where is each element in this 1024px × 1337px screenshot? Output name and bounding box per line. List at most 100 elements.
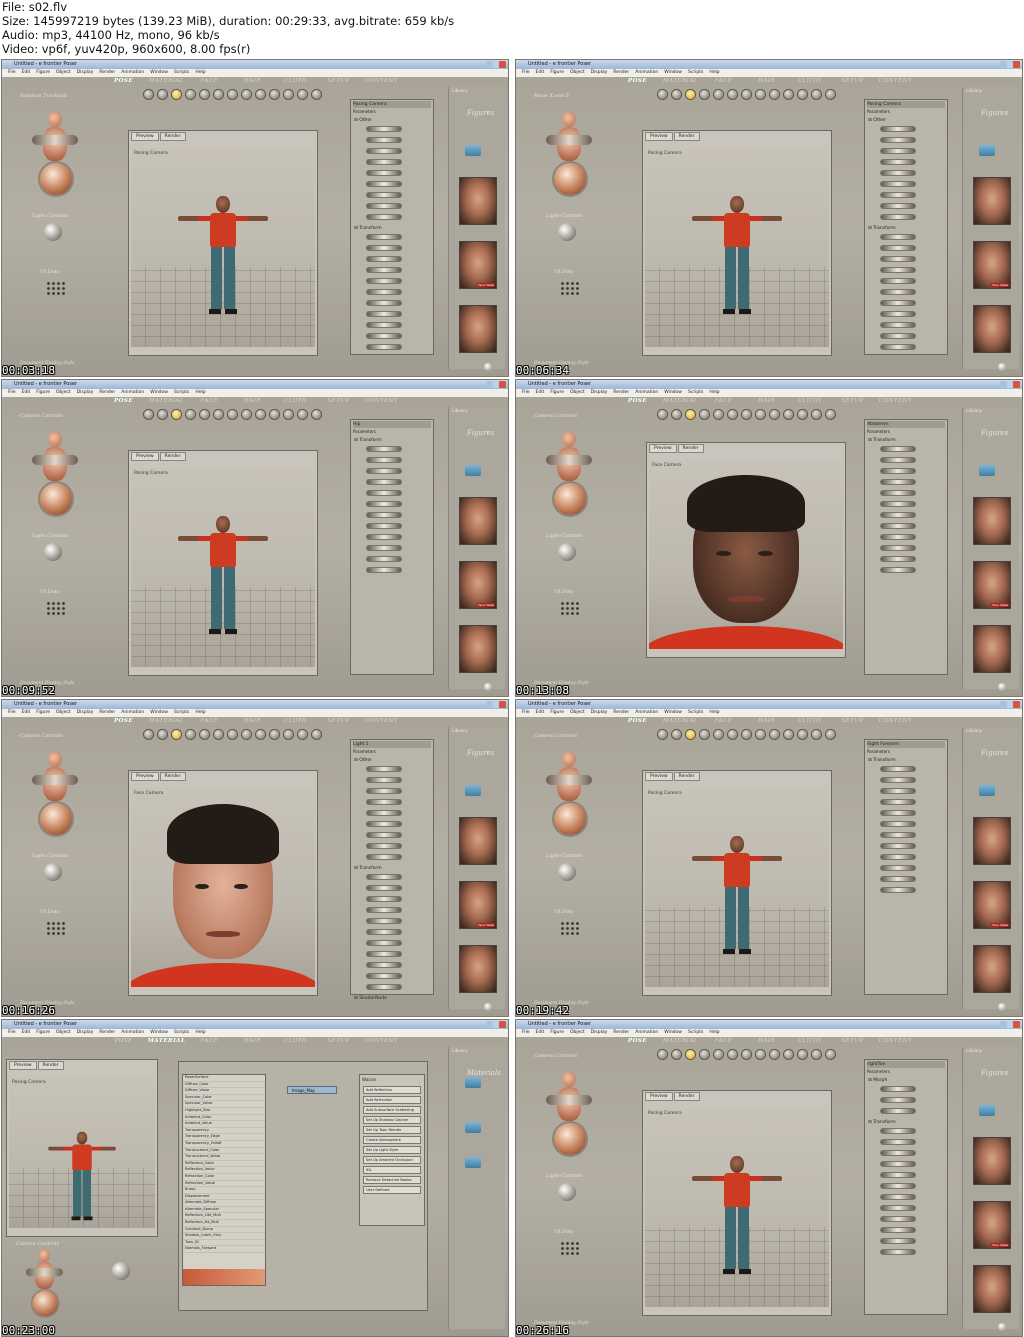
editing-tool-button[interactable] — [672, 410, 681, 419]
parameter-dial[interactable] — [881, 447, 915, 451]
editing-tool-button[interactable] — [812, 730, 821, 739]
folder-icon[interactable] — [979, 145, 995, 156]
shader-param-row[interactable]: Toon_ID — [183, 1240, 265, 1247]
parameter-dial[interactable] — [881, 1109, 915, 1113]
menu-item-file[interactable]: File — [8, 70, 16, 75]
tab-render[interactable]: Render — [673, 772, 700, 781]
figure-thumbnail[interactable] — [973, 305, 1011, 353]
room-tab-cloth[interactable]: CLOTH — [274, 717, 317, 726]
editing-tool-button[interactable] — [686, 410, 695, 419]
parameter-dial[interactable] — [367, 875, 401, 879]
menu-item-edit[interactable]: Edit — [22, 390, 31, 395]
parameter-dial[interactable] — [367, 930, 401, 934]
wacro-button[interactable]: Set Up Ambient Occlusion — [363, 1156, 421, 1164]
parameter-dial[interactable] — [367, 778, 401, 782]
editing-tool-button[interactable] — [270, 90, 279, 99]
menu-item-scripts[interactable]: Scripts — [174, 70, 189, 75]
parameter-section-transform[interactable]: ⊟ Transform — [868, 226, 896, 231]
parameter-dial[interactable] — [881, 1162, 915, 1166]
room-tab-pose[interactable]: POSE — [102, 717, 145, 726]
parameter-dial[interactable] — [881, 160, 915, 164]
editing-tool-button[interactable] — [742, 410, 751, 419]
shader-param-row[interactable]: Translucence_Value — [183, 1154, 265, 1161]
window-controls[interactable] — [1000, 61, 1020, 68]
editing-tool-button[interactable] — [714, 90, 723, 99]
editing-tool-button[interactable] — [728, 1050, 737, 1059]
tab-render[interactable]: Render — [159, 132, 186, 141]
add-library-icon[interactable] — [998, 1323, 1006, 1331]
parameter-dial[interactable] — [367, 138, 401, 142]
wacro-button[interactable]: Set Up Toon Render — [363, 1126, 421, 1134]
menu-item-object[interactable]: Object — [570, 70, 585, 75]
menu-item-render[interactable]: Render — [99, 710, 115, 715]
add-library-icon[interactable] — [484, 363, 492, 371]
room-tab-hair[interactable]: HAIR — [231, 1037, 274, 1046]
tab-preview[interactable]: Preview — [9, 1061, 37, 1070]
editing-tool-button[interactable] — [672, 730, 681, 739]
parameter-dial[interactable] — [367, 215, 401, 219]
menu-item-scripts[interactable]: Scripts — [174, 390, 189, 395]
add-library-icon[interactable] — [484, 683, 492, 691]
menu-item-animation[interactable]: Animation — [121, 70, 144, 75]
parameter-section-transform[interactable]: ⊟ Transform — [354, 866, 382, 871]
tab-parameters[interactable]: Parameters — [867, 109, 890, 114]
shader-param-row[interactable]: Shadow_Catch_Only — [183, 1233, 265, 1240]
menu-item-help[interactable]: Help — [195, 390, 205, 395]
parameter-dial[interactable] — [367, 235, 401, 239]
light-controls-ball[interactable] — [112, 1262, 130, 1280]
menu-item-render[interactable]: Render — [613, 710, 629, 715]
menu-item-figure[interactable]: Figure — [36, 1030, 50, 1035]
3d-viewport[interactable]: Posing Camera — [645, 1108, 829, 1307]
editing-tool-button[interactable] — [672, 1050, 681, 1059]
wacro-button[interactable]: Add Refraction — [363, 1096, 421, 1104]
figure-thumbnail[interactable] — [973, 625, 1011, 673]
parameter-section-other[interactable]: ⊟ Other — [354, 118, 372, 123]
parameter-dial[interactable] — [881, 568, 915, 572]
parameter-dial[interactable] — [881, 323, 915, 327]
parameter-dial[interactable] — [881, 800, 915, 804]
menu-item-object[interactable]: Object — [56, 70, 71, 75]
tab-parameters[interactable]: Parameters — [353, 109, 376, 114]
editing-tool-button[interactable] — [742, 1050, 751, 1059]
room-tab-face[interactable]: FACE — [188, 397, 231, 406]
human-figure[interactable] — [48, 1131, 116, 1228]
editing-tool-button[interactable] — [770, 90, 779, 99]
room-tab-face[interactable]: FACE — [188, 77, 231, 86]
parameter-dial[interactable] — [881, 301, 915, 305]
editing-tool-button[interactable] — [826, 410, 835, 419]
parameter-dial[interactable] — [881, 235, 915, 239]
editing-tool-button[interactable] — [298, 730, 307, 739]
editing-tool-button[interactable] — [228, 90, 237, 99]
parameter-dial[interactable] — [881, 866, 915, 870]
parameter-dial[interactable] — [881, 1087, 915, 1091]
parameter-dial[interactable] — [881, 888, 915, 892]
editing-tool-button[interactable] — [256, 730, 265, 739]
parameter-dial[interactable] — [881, 1217, 915, 1221]
menu-item-display[interactable]: Display — [77, 70, 94, 75]
menu-item-figure[interactable]: Figure — [550, 710, 564, 715]
menu-item-display[interactable]: Display — [77, 390, 94, 395]
menu-item-display[interactable]: Display — [77, 710, 94, 715]
parameter-dial[interactable] — [367, 502, 401, 506]
parameter-dial[interactable] — [367, 974, 401, 978]
human-figure[interactable] — [178, 515, 268, 666]
ui-dots[interactable] — [46, 601, 66, 617]
shader-param-row[interactable]: Reflection_Value — [183, 1167, 265, 1174]
room-tab-face[interactable]: FACE — [188, 717, 231, 726]
parameter-dial[interactable] — [367, 193, 401, 197]
tab-render[interactable]: Render — [159, 772, 186, 781]
editing-tool-button[interactable] — [714, 730, 723, 739]
3d-viewport[interactable]: Posing Camera — [645, 148, 829, 347]
parameter-dial[interactable] — [881, 546, 915, 550]
editing-tool-button[interactable] — [144, 410, 153, 419]
menu-item-figure[interactable]: Figure — [550, 70, 564, 75]
parameter-dial[interactable] — [881, 182, 915, 186]
room-tab-cloth[interactable]: CLOTH — [274, 77, 317, 86]
menu-item-file[interactable]: File — [522, 710, 530, 715]
shader-param-row[interactable]: Specular_Value — [183, 1101, 265, 1108]
editing-tool-button[interactable] — [214, 90, 223, 99]
menu-item-edit[interactable]: Edit — [22, 710, 31, 715]
editing-tool-button[interactable] — [158, 410, 167, 419]
tab-preview[interactable]: Preview — [645, 1092, 673, 1101]
wacro-button[interactable]: Remove Detached Nodes — [363, 1176, 421, 1184]
